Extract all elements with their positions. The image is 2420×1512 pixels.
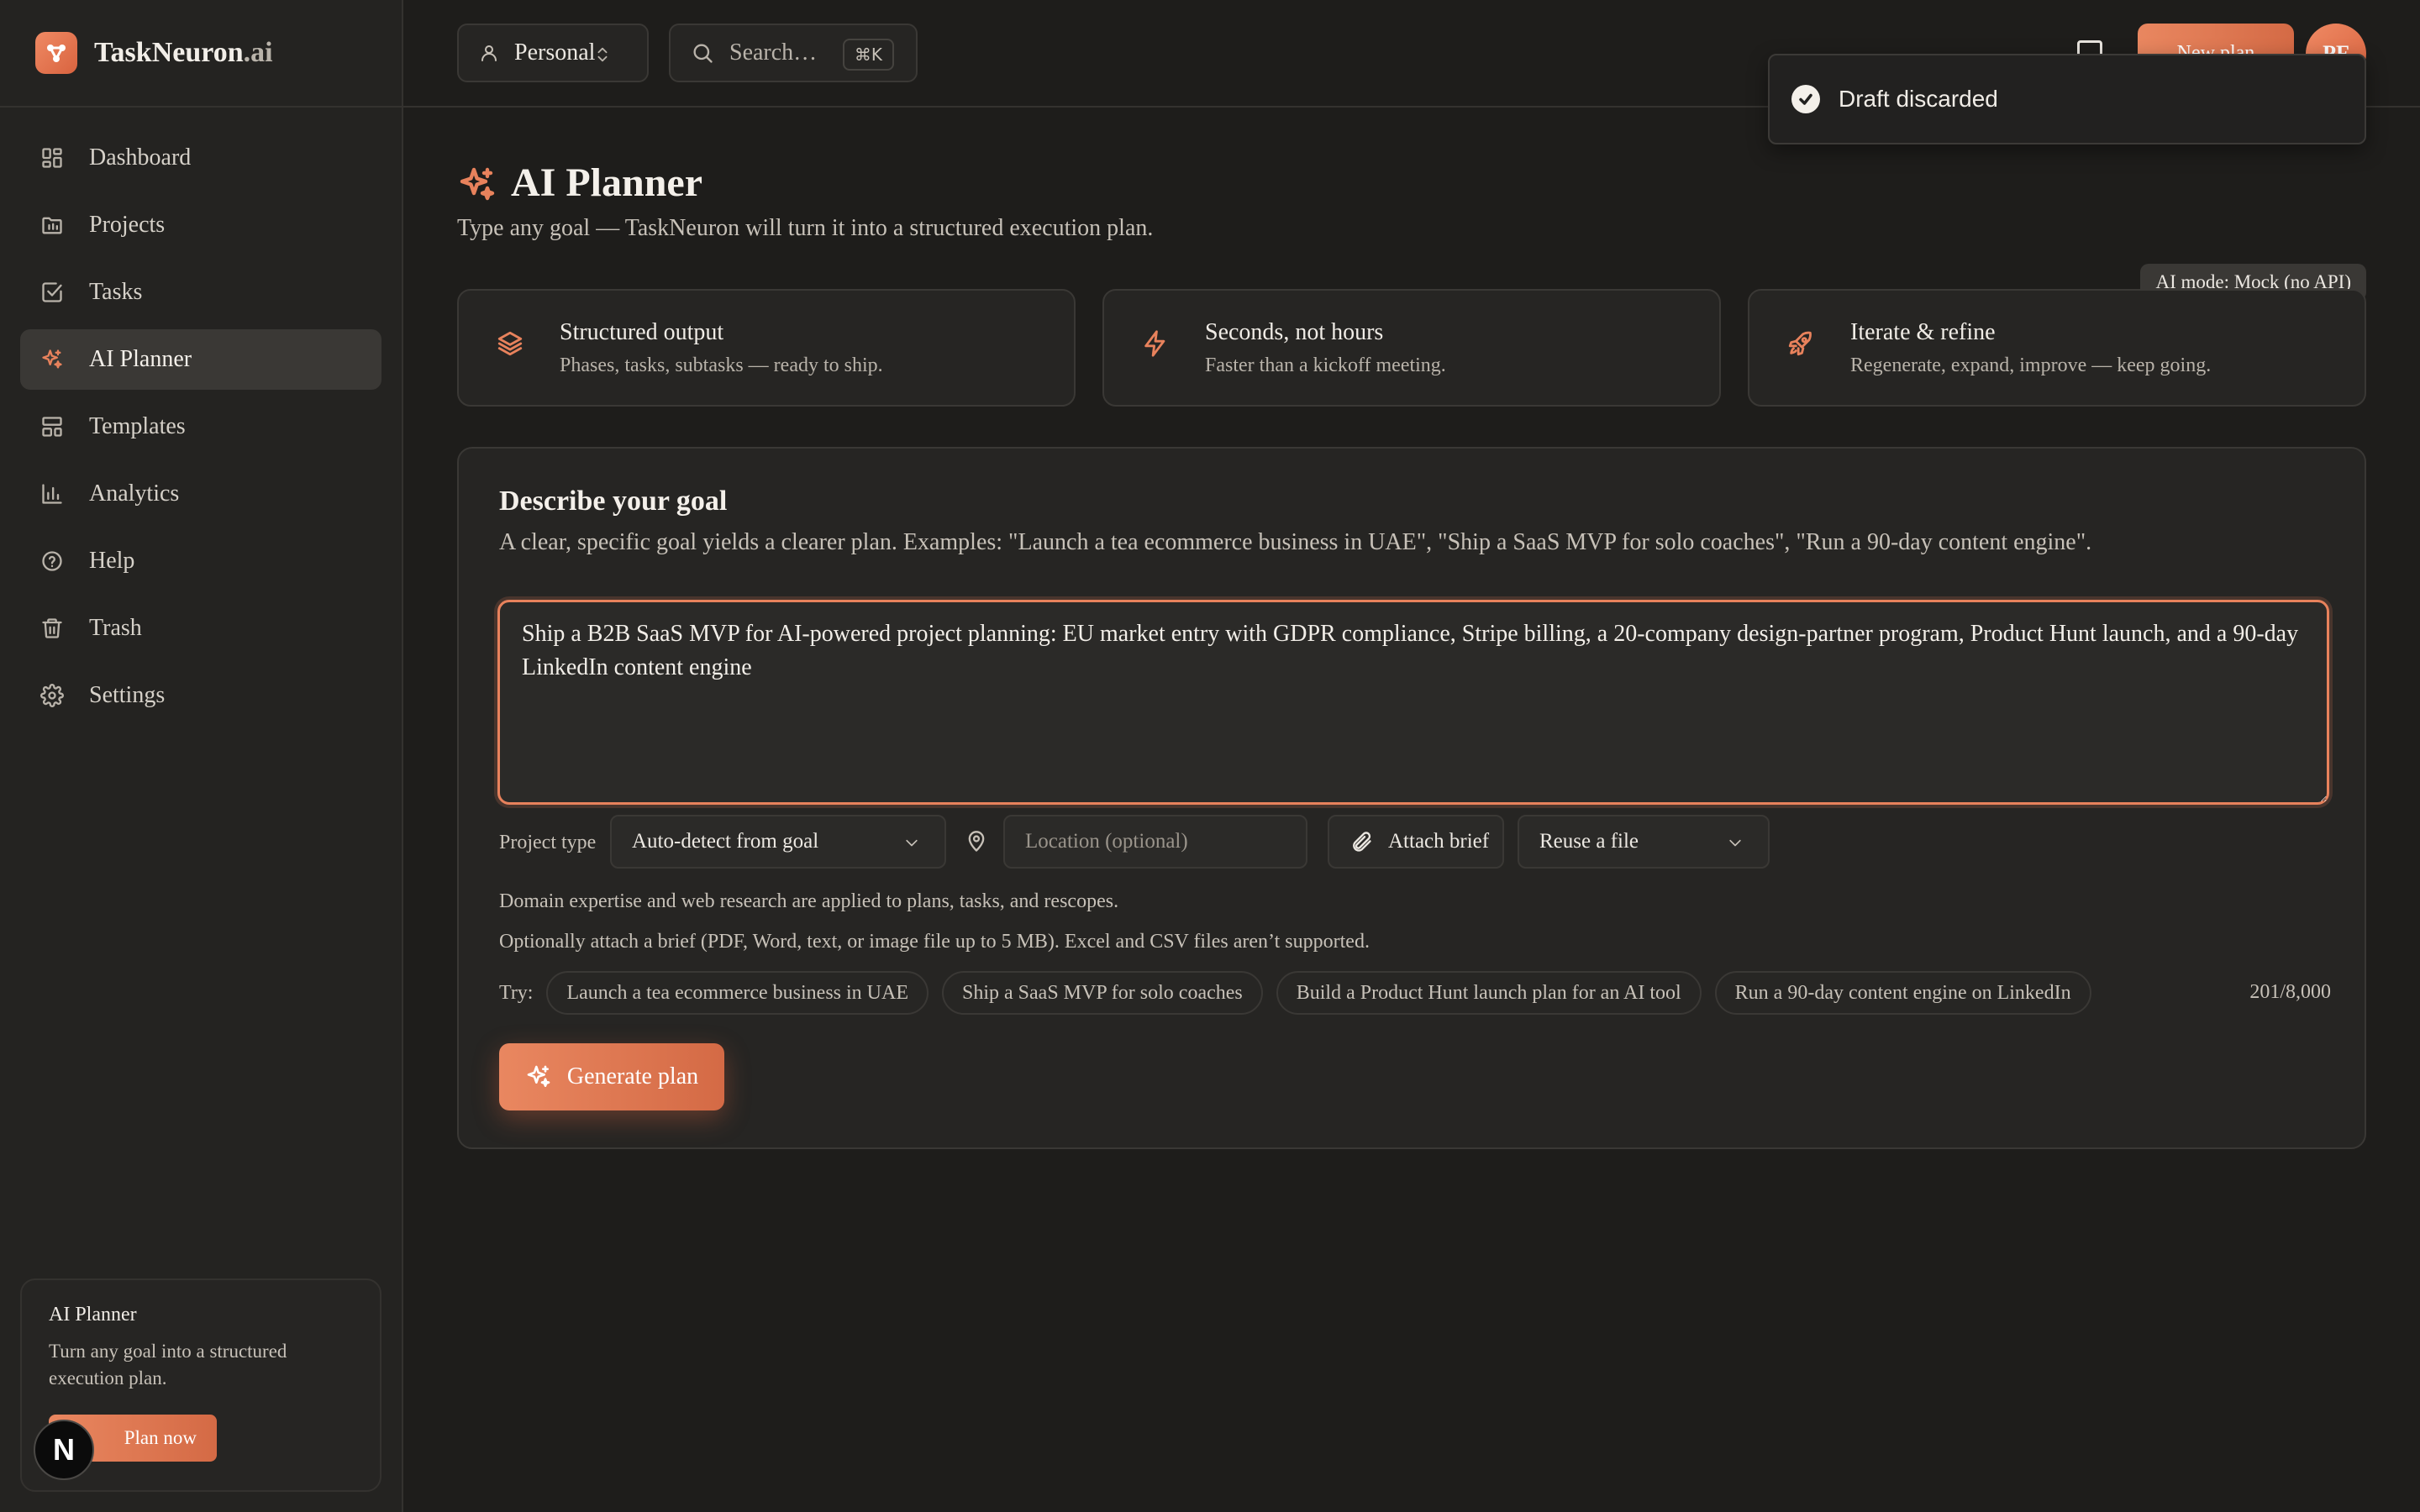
feature-desc: Phases, tasks, subtasks — ready to ship. <box>560 354 883 376</box>
check-circle-icon <box>1791 85 1820 113</box>
paperclip-icon <box>1353 832 1371 852</box>
chevron-up-down-icon <box>597 47 608 62</box>
project-type-value: Auto-detect from goal <box>632 830 819 853</box>
feature-card: Structured output Phases, tasks, subtask… <box>457 289 1076 407</box>
feature-desc: Faster than a kickoff meeting. <box>1205 354 1446 376</box>
feature-title: Structured output <box>560 319 724 345</box>
n-badge-icon[interactable]: N <box>34 1420 94 1480</box>
page-subtitle: Type any goal — TaskNeuron will turn it … <box>457 215 1154 241</box>
sidebar-item-ai-planner[interactable]: AI Planner <box>20 329 381 390</box>
rocket-icon <box>1788 331 1812 356</box>
suggestion-chip[interactable]: Ship a SaaS MVP for solo coaches <box>942 971 1263 1015</box>
sidebar-item-help[interactable]: Help <box>20 531 381 591</box>
attach-brief-button[interactable]: Attach brief <box>1328 815 1504 869</box>
suggestion-chip[interactable]: Launch a tea ecommerce business in UAE <box>546 971 929 1015</box>
page-title: AI Planner <box>511 160 702 205</box>
attach-brief-label: Attach brief <box>1388 830 1490 853</box>
dashboard-icon <box>42 148 62 168</box>
folder-icon <box>42 217 62 234</box>
toast-message: Draft discarded <box>1839 86 1998 112</box>
template-icon <box>42 417 62 437</box>
project-type-label: Project type <box>499 832 597 853</box>
feature-title: Seconds, not hours <box>1205 319 1384 345</box>
goal-textarea[interactable]: Ship a B2B SaaS MVP for AI-powered proje… <box>497 600 2329 805</box>
feature-cards: Structured output Phases, tasks, subtask… <box>457 289 2366 407</box>
lightning-icon <box>1144 330 1165 357</box>
generate-plan-button[interactable]: Generate plan <box>499 1043 724 1110</box>
attachment-note: Optionally attach a brief (PDF, Word, te… <box>499 931 1370 953</box>
feature-card: Iterate & refine Regenerate, expand, imp… <box>1748 289 2366 407</box>
sparkles-icon <box>42 349 62 369</box>
gear-icon <box>40 684 64 707</box>
sidebar-item-templates[interactable]: Templates <box>20 396 381 457</box>
goal-options: Project type Auto-detect from goal Attac… <box>499 815 2331 870</box>
search-shortcut: ⌘K <box>842 39 894 71</box>
logo-icon <box>35 32 77 74</box>
layers-icon <box>497 331 523 356</box>
sidebar-item-label: Analytics <box>89 480 180 507</box>
feature-card: Seconds, not hours Faster than a kickoff… <box>1102 289 1721 407</box>
sidebar-item-settings[interactable]: Settings <box>20 665 381 726</box>
search-box[interactable]: Search… ⌘K <box>669 24 918 82</box>
sidebar-item-projects[interactable]: Projects <box>20 195 381 255</box>
location-input[interactable] <box>1003 815 1307 869</box>
feature-desc: Regenerate, expand, improve — keep going… <box>1850 354 2212 376</box>
search-icon <box>693 44 713 63</box>
help-circle-icon <box>42 551 62 571</box>
checkbox-icon <box>42 282 62 302</box>
trash-icon <box>42 618 62 638</box>
chevron-down-icon <box>906 839 918 847</box>
sidebar-nav: Dashboard Projects Tasks AI Planner Temp… <box>20 128 381 732</box>
brand-name: TaskNeuron.ai <box>94 37 273 69</box>
goal-title: Describe your goal <box>499 486 728 517</box>
character-count: 201/8,000 <box>2249 981 2331 1003</box>
sidebar-item-label: Help <box>89 548 135 574</box>
toast-notification: Draft discarded <box>1768 54 2366 144</box>
brand[interactable]: TaskNeuron.ai <box>0 0 402 108</box>
workspace-switcher[interactable]: Personal <box>457 24 649 82</box>
sidebar-item-label: AI Planner <box>89 346 192 372</box>
sidebar-item-label: Templates <box>89 413 186 439</box>
project-type-select[interactable]: Auto-detect from goal <box>610 815 946 869</box>
sidebar-item-analytics[interactable]: Analytics <box>20 464 381 524</box>
sidebar-item-label: Dashboard <box>89 144 192 171</box>
sidebar-item-trash[interactable]: Trash <box>20 598 381 659</box>
feature-title: Iterate & refine <box>1850 319 1996 345</box>
brand-name-suffix: .ai <box>243 37 273 68</box>
promo-title: AI Planner <box>49 1304 137 1326</box>
goal-hint: A clear, specific goal yields a clearer … <box>499 529 2092 555</box>
brand-name-main: TaskNeuron <box>94 37 244 68</box>
chevron-down-icon <box>1729 839 1741 847</box>
reuse-file-label: Reuse a file <box>1539 830 1639 853</box>
promo-text: Turn any goal into a structured executio… <box>49 1341 287 1389</box>
search-placeholder: Search… <box>729 39 818 66</box>
bar-chart-icon <box>42 484 62 504</box>
sparkles-icon <box>527 1065 550 1087</box>
sidebar-item-label: Settings <box>89 682 166 708</box>
workspace-name: Personal <box>514 39 596 66</box>
page-header: AI Planner Type any goal — TaskNeuron wi… <box>457 160 2366 301</box>
sidebar-item-label: Projects <box>89 212 166 238</box>
generate-plan-label: Generate plan <box>566 1063 699 1089</box>
sidebar-item-label: Trash <box>89 615 142 641</box>
suggestion-chip[interactable]: Run a 90-day content engine on LinkedIn <box>1714 971 2091 1015</box>
sidebar-item-dashboard[interactable]: Dashboard <box>20 128 381 188</box>
sidebar: TaskNeuron.ai Dashboard Projects Tasks A… <box>0 0 403 1512</box>
goal-card: Describe your goal A clear, specific goa… <box>457 447 2366 1149</box>
map-pin-icon <box>968 831 985 852</box>
reuse-file-select[interactable]: Reuse a file <box>1518 815 1770 869</box>
suggestion-chip[interactable]: Build a Product Hunt launch plan for an … <box>1276 971 1702 1015</box>
sparkles-icon <box>460 167 495 201</box>
user-icon <box>481 45 497 61</box>
try-label: Try: <box>499 981 534 1004</box>
research-note: Domain expertise and web research are ap… <box>499 890 1119 912</box>
sidebar-item-tasks[interactable]: Tasks <box>20 262 381 323</box>
sidebar-item-label: Tasks <box>89 279 143 305</box>
suggestion-row: Try: Launch a tea ecommerce business in … <box>499 971 2331 1015</box>
